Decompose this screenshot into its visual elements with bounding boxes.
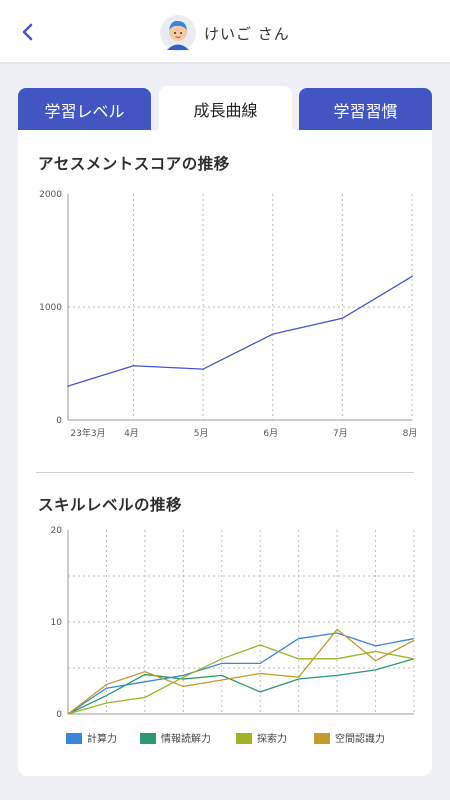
tab-growth-curve[interactable]: 成長曲線	[159, 86, 292, 132]
x-tick-label: 4月	[124, 428, 139, 439]
back-button[interactable]	[14, 18, 42, 46]
x-tick-label: 23年3月	[70, 427, 105, 439]
data-point	[271, 333, 274, 335]
skill-chart-title: スキルレベルの推移	[38, 496, 183, 514]
legend-label: 探索力	[257, 732, 287, 745]
user-profile: けいご さん	[160, 14, 290, 52]
skill-line-計算力	[67, 632, 415, 715]
legend-swatch	[140, 733, 156, 744]
chart-legend: 計算力 情報読解力 探索力 空間認識力	[66, 732, 385, 745]
skill-level-chart: 0 10 20 計算力 情報読解力 探索力 空間認識力	[51, 526, 415, 745]
growth-card: アセスメントスコアの推移 0 1000 2000 23年3月 4月 5月 6月 7月 8月 スキ…	[18, 130, 432, 776]
tab-bar: 学習レベル 成長曲線 学習習慣	[18, 86, 432, 132]
y-tick-label: 0	[56, 416, 62, 426]
child-avatar-icon	[160, 15, 196, 51]
tab-learning-habits[interactable]: 学習習慣	[299, 88, 432, 132]
app-header: けいご さん	[0, 0, 450, 64]
assessment-chart-title: アセスメントスコアの推移	[38, 155, 230, 173]
user-name: けいご さん	[204, 24, 290, 43]
data-point	[411, 275, 413, 278]
legend-swatch	[66, 733, 82, 744]
y-tick-label: 20	[51, 526, 63, 536]
x-tick-label: 5月	[194, 428, 209, 439]
y-tick-label: 1000	[39, 303, 62, 313]
data-point	[202, 368, 204, 370]
legend-swatch	[314, 733, 330, 744]
x-tick-label: 7月	[333, 428, 348, 439]
assessment-score-line	[67, 275, 413, 387]
y-tick-label: 10	[51, 618, 63, 628]
tab-learning-level[interactable]: 学習レベル	[18, 88, 151, 132]
y-tick-label: 2000	[39, 190, 62, 200]
chevron-left-icon	[22, 23, 33, 41]
section-divider	[36, 472, 414, 473]
data-point	[132, 364, 135, 367]
legend-label: 情報読解力	[161, 732, 211, 745]
legend-label: 計算力	[87, 732, 117, 745]
x-tick-label: 6月	[263, 428, 278, 439]
x-tick-label: 8月	[403, 428, 418, 439]
assessment-score-chart: 0 1000 2000 23年3月 4月 5月 6月 7月 8月	[39, 190, 418, 439]
data-point	[67, 385, 69, 387]
legend-label: 空間認識力	[335, 732, 385, 745]
legend-swatch	[236, 733, 252, 744]
y-tick-label: 0	[56, 710, 62, 720]
data-point	[341, 317, 344, 320]
